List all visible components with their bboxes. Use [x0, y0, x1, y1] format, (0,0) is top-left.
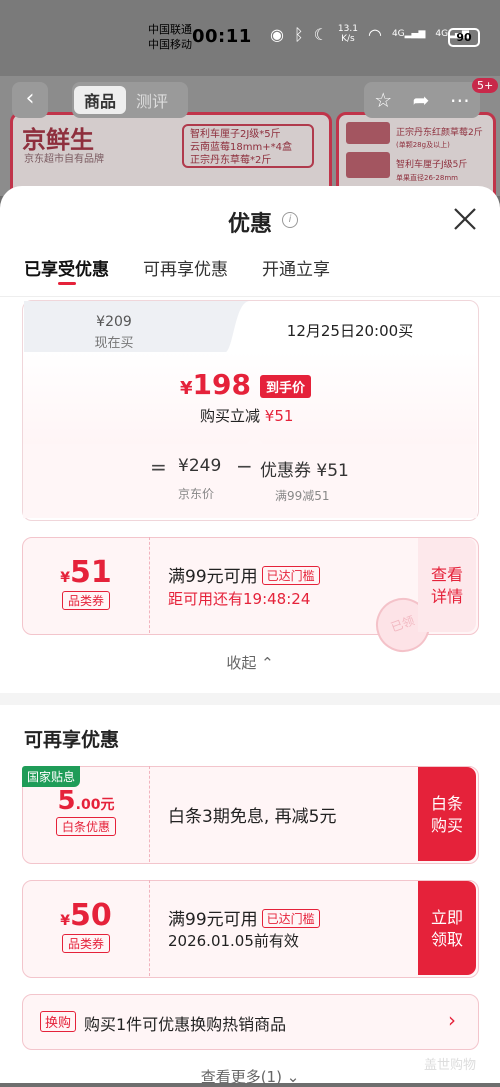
promo-line: 智利车厘子2J级*5斤: [190, 129, 281, 140]
product-thumb: [346, 122, 390, 144]
close-icon: [454, 208, 476, 230]
tab-review[interactable]: 测评: [126, 86, 178, 114]
more-dots-icon[interactable]: ⋯: [450, 88, 470, 112]
carrier-names: 中国联通 中国移动: [148, 22, 192, 52]
coupon-condition: 满99元可用 已达门槛: [168, 905, 320, 930]
section-title: 可再享优惠: [24, 729, 120, 751]
clock: 00:11: [192, 26, 252, 47]
now-price: ¥209: [96, 314, 132, 330]
share-icon[interactable]: ➦: [413, 88, 430, 112]
right-banner-line: (单颗28g及以上): [396, 141, 450, 149]
swap-tag: 换购: [40, 1011, 77, 1032]
now-label: 现在买: [94, 336, 134, 351]
eye-icon: ◉: [270, 24, 284, 44]
coupon-countdown: 距可用还有19:48:24: [168, 590, 311, 608]
promo-list: 智利车厘子2J级*5斤 云南蓝莓18mm+*4盒 正宗丹东草莓*2斤: [182, 124, 314, 168]
discount-tabs: 已享受优惠 可再享优惠 开通立享: [24, 255, 330, 280]
tab-activate[interactable]: 开通立享: [262, 255, 330, 280]
jd-price: ¥249: [178, 456, 222, 476]
favorite-star-icon[interactable]: ☆: [374, 88, 392, 112]
right-banner-line: 智利车厘子J级5斤: [396, 160, 468, 170]
coupon-type: 品类券: [61, 591, 110, 610]
status-icons: ◉ ᛒ ☾ 13.1 K/s ◠ 4G▂▄▆ 4G▂▄▆: [270, 24, 469, 44]
wifi-icon: ◠: [367, 24, 382, 44]
final-price-tag: 到手价: [260, 375, 312, 398]
carrier-2: 中国移动: [148, 38, 192, 51]
coupon-rule: 满99减51: [275, 489, 330, 503]
pointer-notch: [245, 436, 265, 446]
view-details-button[interactable]: 查看 详情: [418, 538, 476, 632]
reduce-line: 购买立减 ¥51: [200, 407, 294, 425]
tab-more-available[interactable]: 可再享优惠: [143, 255, 228, 280]
bluetooth-icon: ᛒ: [293, 24, 304, 44]
active-tab-indicator: [58, 282, 76, 285]
brand-subtitle: 京东超市自有品牌: [24, 154, 104, 165]
coupon-type: 品类券: [61, 934, 110, 953]
future-buy-time[interactable]: 12月25日20:00买: [224, 320, 476, 341]
signal-icon-1: 4G▂▄▆: [391, 29, 426, 39]
product-actions: ☆ ➦ ⋯: [364, 82, 480, 118]
tab-product[interactable]: 商品: [74, 86, 127, 114]
product-nav-tabs: 商品 测评: [72, 82, 188, 118]
coupon-deduction: 优惠券 ¥51: [260, 461, 349, 481]
threshold-pill: 已达门槛: [261, 566, 320, 585]
cart-badge: 5+: [472, 78, 499, 93]
back-arrow-icon: ‹: [25, 86, 35, 111]
product-thumb: [346, 152, 390, 178]
section-separator: [0, 693, 500, 705]
sheet-title: 优惠: [227, 212, 272, 237]
carrier-1: 中国联通: [148, 23, 192, 36]
jd-price-label: 京东价: [178, 487, 215, 501]
info-icon[interactable]: i: [282, 212, 298, 228]
divider: [0, 296, 500, 297]
coupon-value: ¥51 品类券: [23, 537, 150, 633]
baitiao-type: 白条优惠: [55, 817, 116, 836]
coupon-value: ¥50 品类券: [23, 880, 150, 976]
swap-text: 购买1件可优惠换购热销商品: [84, 1015, 287, 1034]
tab-enjoyed[interactable]: 已享受优惠: [24, 255, 109, 280]
battery-icon: 90: [448, 28, 480, 47]
coupon-validity: 2026.01.05前有效: [168, 932, 299, 950]
close-button[interactable]: [452, 206, 478, 232]
right-banner-line: 正宗丹东红颜草莓2斤: [396, 128, 483, 138]
claim-coupon-button[interactable]: 立即 领取: [418, 881, 476, 975]
baitiao-buy-button[interactable]: 白条 购买: [418, 767, 476, 861]
promo-line: 云南蓝莓18mm+*4盒: [190, 142, 292, 153]
coupon-condition: 满99元可用 已达门槛: [168, 562, 320, 587]
baitiao-description: 白条3期免息, 再减5元: [168, 807, 337, 827]
national-subsidy-tag: 国家贴息: [22, 766, 81, 787]
promo-line: 正宗丹东草莓*2斤: [190, 155, 272, 166]
final-price: ¥198: [180, 368, 251, 401]
collapse-toggle[interactable]: 收起 ⌃: [0, 652, 500, 673]
minus-sign: −: [236, 454, 253, 478]
chevron-right-icon: ›: [448, 1008, 456, 1032]
equals-sign: =: [150, 455, 167, 479]
back-button[interactable]: ‹: [12, 82, 48, 118]
net-speed: 13.1 K/s: [337, 24, 358, 44]
threshold-pill: 已达门槛: [261, 909, 320, 928]
watermark: 盖世购物: [424, 1058, 477, 1073]
right-banner-line: 单果直径26-28mm: [396, 174, 458, 182]
moon-icon: ☾: [313, 24, 328, 44]
